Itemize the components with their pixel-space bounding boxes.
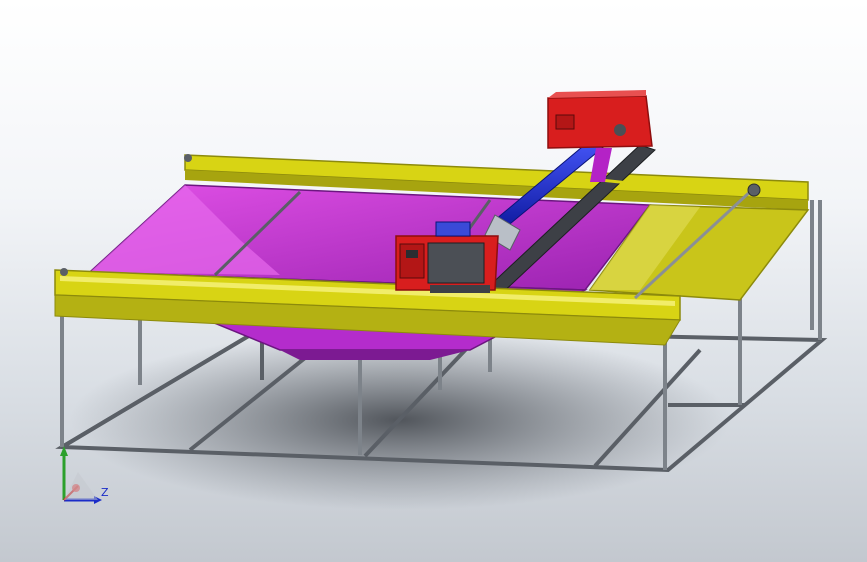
- cad-model-scene: [54, 90, 828, 510]
- cad-viewport[interactable]: Z: [0, 0, 867, 562]
- z-axis-label: Z: [101, 486, 109, 499]
- pulley-wheel-rear: [184, 154, 192, 162]
- pulley-wheel: [747, 183, 761, 197]
- pulley-wheel-front: [60, 268, 68, 276]
